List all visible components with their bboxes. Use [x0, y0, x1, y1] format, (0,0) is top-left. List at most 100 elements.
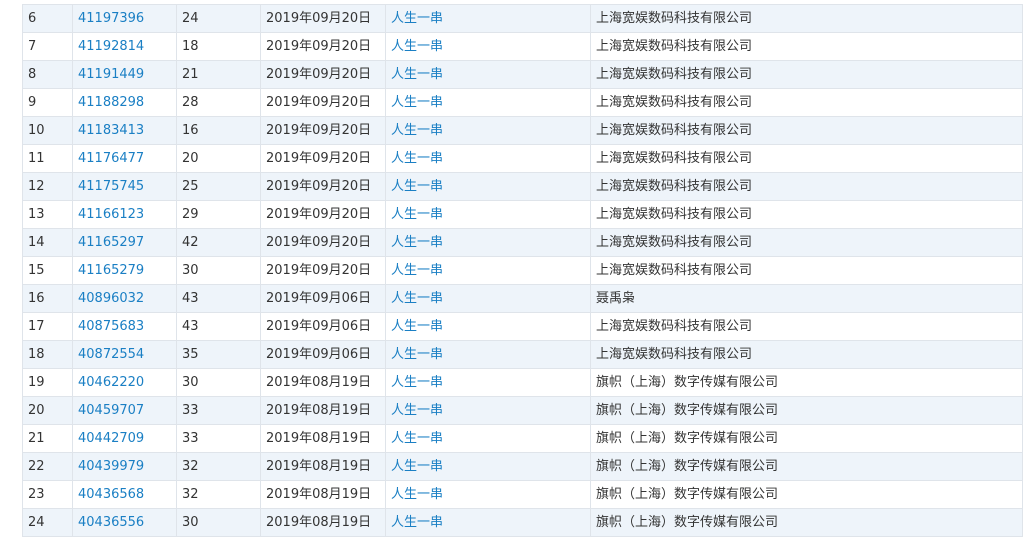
- application-date-cell: 2019年09月20日: [260, 88, 386, 117]
- row-index-cell: 12: [22, 172, 73, 201]
- trademark-name-link[interactable]: 人生一串: [385, 4, 591, 33]
- trademark-name-link[interactable]: 人生一串: [385, 508, 591, 537]
- registration-number-link[interactable]: 40459707: [72, 396, 177, 425]
- registration-number-link[interactable]: 41197396: [72, 4, 177, 33]
- registration-number-link[interactable]: 41166123: [72, 200, 177, 229]
- registration-number-link[interactable]: 40462220: [72, 368, 177, 397]
- registration-number-link[interactable]: 41165279: [72, 256, 177, 285]
- trademark-name-link[interactable]: 人生一串: [385, 88, 591, 117]
- table-row: 23 40436568 32 2019年08月19日 人生一串 旗帜（上海）数字传媒有限公…: [22, 480, 1023, 509]
- registration-number-link[interactable]: 40436568: [72, 480, 177, 509]
- table-row: 7 41192814 18 2019年09月20日 人生一串 上海宽娱数码科技有限公司: [22, 32, 1023, 61]
- applicant-cell: 旗帜（上海）数字传媒有限公司: [590, 396, 1023, 425]
- class-cell: 28: [176, 88, 261, 117]
- row-index-cell: 9: [22, 88, 73, 117]
- table-row: 20 40459707 33 2019年08月19日 人生一串 旗帜（上海）数字传媒有限公…: [22, 396, 1023, 425]
- class-cell: 32: [176, 452, 261, 481]
- table-row: 18 40872554 35 2019年09月06日 人生一串 上海宽娱数码科技有限公司: [22, 340, 1023, 369]
- trademark-name-link[interactable]: 人生一串: [385, 340, 591, 369]
- class-cell: 25: [176, 172, 261, 201]
- row-index-cell: 15: [22, 256, 73, 285]
- applicant-cell: 上海宽娱数码科技有限公司: [590, 340, 1023, 369]
- class-cell: 33: [176, 396, 261, 425]
- class-cell: 16: [176, 116, 261, 145]
- trademark-name-link[interactable]: 人生一串: [385, 32, 591, 61]
- table-row: 17 40875683 43 2019年09月06日 人生一串 上海宽娱数码科技有限公司: [22, 312, 1023, 341]
- applicant-cell: 上海宽娱数码科技有限公司: [590, 144, 1023, 173]
- applicant-cell: 旗帜（上海）数字传媒有限公司: [590, 368, 1023, 397]
- class-cell: 30: [176, 256, 261, 285]
- application-date-cell: 2019年09月20日: [260, 116, 386, 145]
- trademark-name-link[interactable]: 人生一串: [385, 284, 591, 313]
- applicant-cell: 旗帜（上海）数字传媒有限公司: [590, 508, 1023, 537]
- registration-number-link[interactable]: 40896032: [72, 284, 177, 313]
- row-index-cell: 13: [22, 200, 73, 229]
- trademark-table-container: 6 41197396 24 2019年09月20日 人生一串 上海宽娱数码科技有限公司 7 4…: [0, 4, 1032, 537]
- applicant-cell: 上海宽娱数码科技有限公司: [590, 32, 1023, 61]
- table-row: 10 41183413 16 2019年09月20日 人生一串 上海宽娱数码科技有限公司: [22, 116, 1023, 145]
- registration-number-link[interactable]: 41191449: [72, 60, 177, 89]
- class-cell: 43: [176, 284, 261, 313]
- application-date-cell: 2019年08月19日: [260, 452, 386, 481]
- application-date-cell: 2019年09月20日: [260, 228, 386, 257]
- trademark-table-body: 6 41197396 24 2019年09月20日 人生一串 上海宽娱数码科技有限公司 7 4…: [22, 4, 1023, 537]
- trademark-name-link[interactable]: 人生一串: [385, 144, 591, 173]
- applicant-cell: 旗帜（上海）数字传媒有限公司: [590, 480, 1023, 509]
- trademark-name-link[interactable]: 人生一串: [385, 312, 591, 341]
- class-cell: 30: [176, 508, 261, 537]
- row-index-cell: 8: [22, 60, 73, 89]
- registration-number-link[interactable]: 40875683: [72, 312, 177, 341]
- application-date-cell: 2019年09月20日: [260, 172, 386, 201]
- registration-number-link[interactable]: 41175745: [72, 172, 177, 201]
- application-date-cell: 2019年09月06日: [260, 312, 386, 341]
- row-index-cell: 16: [22, 284, 73, 313]
- trademark-name-link[interactable]: 人生一串: [385, 116, 591, 145]
- applicant-cell: 上海宽娱数码科技有限公司: [590, 172, 1023, 201]
- table-row: 16 40896032 43 2019年09月06日 人生一串 聂禹枭: [22, 284, 1023, 313]
- row-index-cell: 17: [22, 312, 73, 341]
- class-cell: 30: [176, 368, 261, 397]
- registration-number-link[interactable]: 40436556: [72, 508, 177, 537]
- row-index-cell: 7: [22, 32, 73, 61]
- trademark-name-link[interactable]: 人生一串: [385, 60, 591, 89]
- application-date-cell: 2019年08月19日: [260, 368, 386, 397]
- registration-number-link[interactable]: 41188298: [72, 88, 177, 117]
- applicant-cell: 上海宽娱数码科技有限公司: [590, 312, 1023, 341]
- registration-number-link[interactable]: 41192814: [72, 32, 177, 61]
- row-index-cell: 19: [22, 368, 73, 397]
- trademark-name-link[interactable]: 人生一串: [385, 256, 591, 285]
- class-cell: 29: [176, 200, 261, 229]
- trademark-name-link[interactable]: 人生一串: [385, 172, 591, 201]
- row-index-cell: 23: [22, 480, 73, 509]
- class-cell: 33: [176, 424, 261, 453]
- trademark-name-link[interactable]: 人生一串: [385, 228, 591, 257]
- row-index-cell: 20: [22, 396, 73, 425]
- trademark-name-link[interactable]: 人生一串: [385, 480, 591, 509]
- trademark-name-link[interactable]: 人生一串: [385, 368, 591, 397]
- registration-number-link[interactable]: 41176477: [72, 144, 177, 173]
- registration-number-link[interactable]: 40439979: [72, 452, 177, 481]
- table-row: 9 41188298 28 2019年09月20日 人生一串 上海宽娱数码科技有限公司: [22, 88, 1023, 117]
- row-index-cell: 18: [22, 340, 73, 369]
- application-date-cell: 2019年09月06日: [260, 340, 386, 369]
- row-index-cell: 24: [22, 508, 73, 537]
- trademark-name-link[interactable]: 人生一串: [385, 452, 591, 481]
- application-date-cell: 2019年09月20日: [260, 4, 386, 33]
- registration-number-link[interactable]: 40442709: [72, 424, 177, 453]
- registration-number-link[interactable]: 41165297: [72, 228, 177, 257]
- application-date-cell: 2019年09月20日: [260, 200, 386, 229]
- class-cell: 21: [176, 60, 261, 89]
- application-date-cell: 2019年09月20日: [260, 256, 386, 285]
- registration-number-link[interactable]: 40872554: [72, 340, 177, 369]
- registration-number-link[interactable]: 41183413: [72, 116, 177, 145]
- trademark-name-link[interactable]: 人生一串: [385, 424, 591, 453]
- trademark-table: 6 41197396 24 2019年09月20日 人生一串 上海宽娱数码科技有限公司 7 4…: [22, 4, 1023, 537]
- applicant-cell: 上海宽娱数码科技有限公司: [590, 256, 1023, 285]
- application-date-cell: 2019年08月19日: [260, 424, 386, 453]
- trademark-name-link[interactable]: 人生一串: [385, 396, 591, 425]
- row-index-cell: 21: [22, 424, 73, 453]
- trademark-name-link[interactable]: 人生一串: [385, 200, 591, 229]
- row-index-cell: 11: [22, 144, 73, 173]
- table-row: 11 41176477 20 2019年09月20日 人生一串 上海宽娱数码科技有限公司: [22, 144, 1023, 173]
- application-date-cell: 2019年09月20日: [260, 32, 386, 61]
